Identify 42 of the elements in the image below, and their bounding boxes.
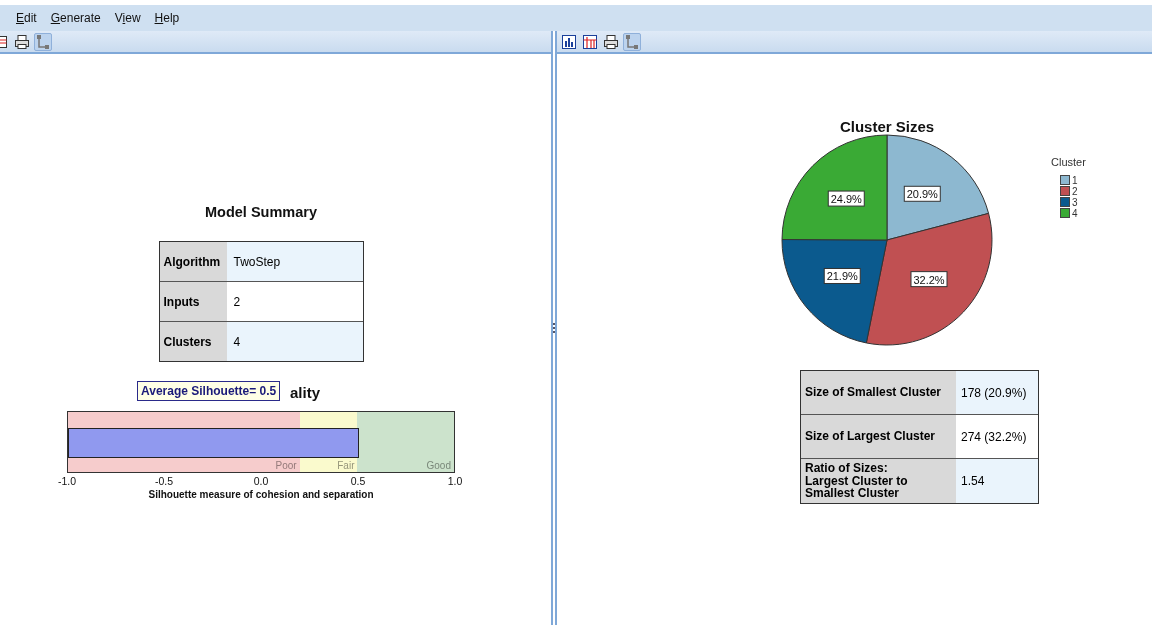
table-title: Model Summary (205, 204, 317, 222)
zone-label: Fair (337, 460, 355, 471)
menu-item[interactable]: View (108, 9, 147, 27)
data-label: 32.2% (910, 271, 948, 288)
tree-icon[interactable] (623, 32, 641, 51)
legend-title: Cluster (1051, 156, 1086, 168)
menu-item[interactable]: Edit (10, 9, 43, 27)
table-cell: 178 (20.9%) (956, 371, 1038, 414)
data-label: 21.9% (823, 268, 861, 284)
tick-label: 0.5 (350, 475, 366, 487)
axis-title: Silhouette measure of cohesion and separation (147, 489, 375, 500)
table-cell: Size of Smallest Cluster (801, 371, 956, 414)
chart-title: ality (290, 384, 320, 401)
chart-title: Cluster Sizes (839, 118, 935, 135)
table-cell: Inputs (159, 282, 227, 321)
legend-label: 1 (1072, 175, 1078, 186)
tick-label: 1.0 (447, 475, 463, 487)
menu-item[interactable]: Help (148, 9, 186, 27)
table-icon[interactable] (581, 32, 599, 51)
printer-icon[interactable] (602, 32, 620, 51)
tree-icon[interactable] (34, 32, 52, 51)
legend-label: 3 (1072, 197, 1078, 208)
table-cell: TwoStep (226, 242, 363, 281)
legend-label: 4 (1072, 208, 1078, 219)
legend-label: 2 (1072, 186, 1078, 197)
data-label: 20.9% (903, 185, 941, 202)
tick-label: -1.0 (57, 475, 77, 487)
tick-label: -0.5 (154, 475, 174, 487)
table-cell: Algorithm (159, 242, 227, 281)
table-cell: Clusters (159, 322, 227, 361)
table-cell: 1.54 (956, 459, 1038, 503)
chart-icon[interactable] (560, 32, 578, 51)
printer-icon[interactable] (13, 32, 31, 51)
table-cell: Ratio of Sizes: Largest Cluster to Smallest Cluster (801, 459, 956, 503)
data-label: 24.9% (827, 190, 865, 207)
menu-item[interactable]: Generate (44, 9, 107, 27)
tick-label: 0.0 (253, 475, 269, 487)
table-cell: Size of Largest Cluster (801, 415, 956, 458)
tooltip: Average Silhouette= 0.5 (137, 381, 281, 401)
zone-label: Poor (275, 460, 297, 471)
zone-label: Good (426, 460, 451, 471)
table-cell: 4 (226, 322, 363, 361)
